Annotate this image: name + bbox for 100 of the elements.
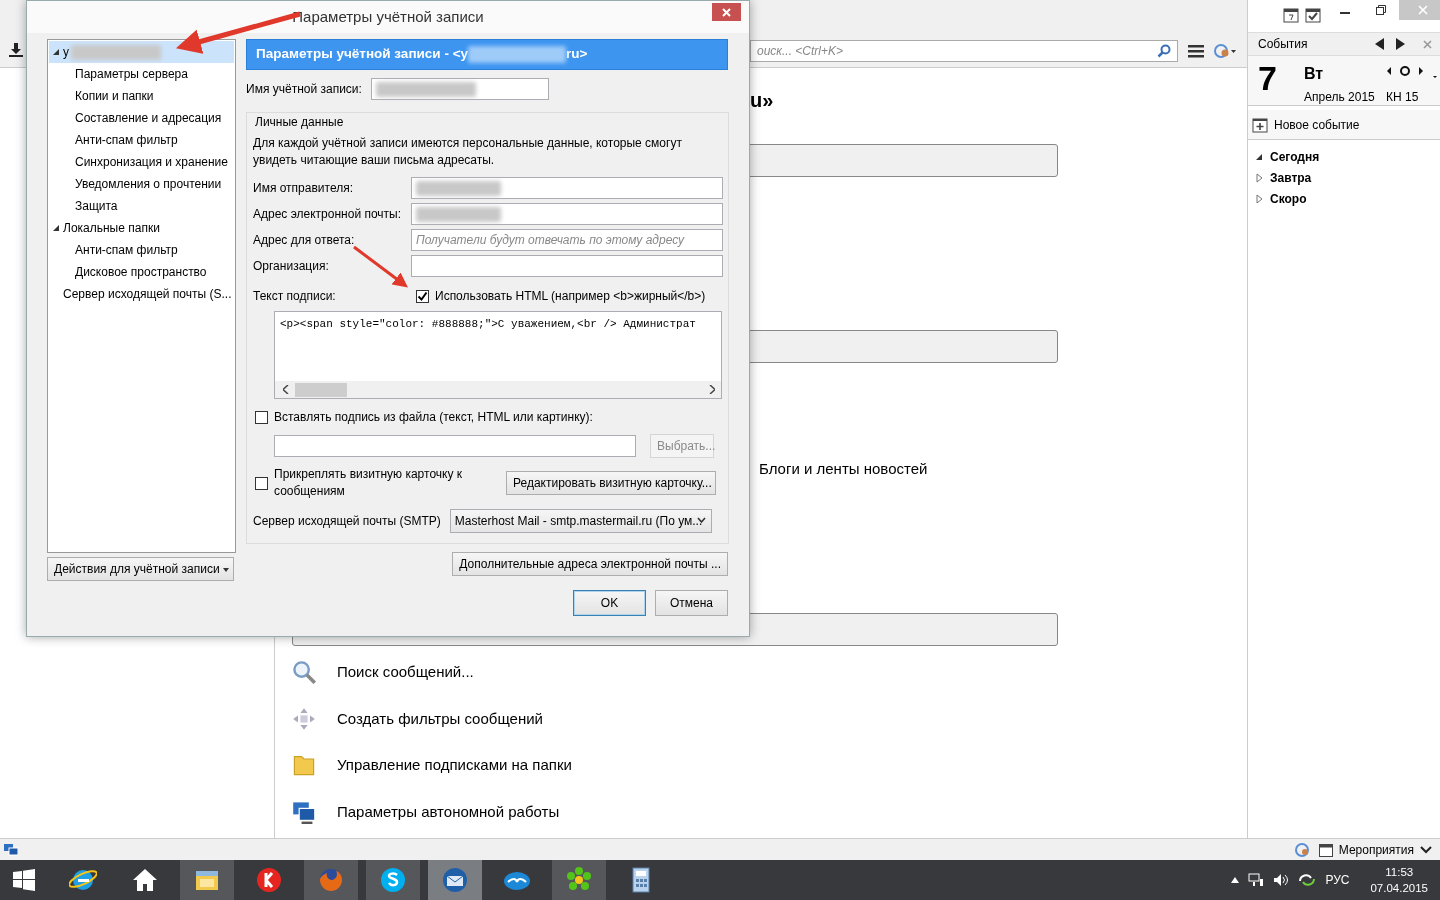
folder-icon bbox=[292, 753, 316, 778]
new-event-button[interactable]: Новое событие bbox=[1248, 110, 1440, 140]
close-button[interactable] bbox=[712, 3, 741, 21]
checkbox[interactable] bbox=[255, 476, 268, 490]
tree-label: Составление и адресация bbox=[75, 110, 222, 127]
search-field[interactable]: оиск... <Ctrl+K> bbox=[750, 40, 1178, 62]
dialog-button[interactable]: OK bbox=[573, 590, 646, 616]
tree-item[interactable]: Анти-спам фильтр bbox=[49, 239, 234, 261]
tree-item[interactable]: Локальные папки bbox=[49, 217, 234, 239]
checkbox-label[interactable]: Использовать HTML (например <b>жирный</b>) bbox=[435, 287, 706, 305]
tree-label: Дисковое пространство bbox=[75, 264, 207, 281]
restore-icon[interactable] bbox=[1376, 5, 1386, 15]
text-field[interactable] bbox=[411, 255, 723, 277]
close-icon bbox=[722, 7, 731, 17]
tree-item[interactable]: Синхронизация и хранение bbox=[49, 151, 234, 173]
tree-label: Защита bbox=[75, 198, 118, 215]
extra-addresses-button[interactable]: Дополнительные адреса электронной почты ... bbox=[452, 552, 728, 576]
group-label[interactable]: Скоро bbox=[1270, 189, 1307, 208]
next-icon[interactable] bbox=[1395, 38, 1405, 50]
group-label[interactable]: Завтра bbox=[1270, 168, 1312, 187]
checkbox-label[interactable]: Прикреплять визитную карточку к сообщениям bbox=[274, 466, 486, 500]
account-name-field[interactable] bbox=[370, 78, 549, 100]
mail-icon[interactable] bbox=[441, 866, 469, 894]
home-icon[interactable] bbox=[131, 866, 159, 894]
tree-label: у bbox=[63, 44, 69, 61]
checkbox[interactable] bbox=[416, 289, 429, 303]
week-label: КН 15 bbox=[1386, 89, 1420, 106]
field-label: Организация: bbox=[253, 258, 330, 275]
action-link[interactable]: Создать фильтры сообщений bbox=[337, 707, 543, 730]
signature-field[interactable]: <p><span style="color: #888888;">С уважением,<br /> Администрат bbox=[274, 311, 722, 381]
tree-item[interactable]: у bbox=[49, 41, 234, 63]
checkbox-label[interactable]: Вставлять подпись из файла (текст, HTML или картинку): bbox=[274, 408, 593, 426]
search-icon bbox=[292, 660, 316, 685]
tree-label: Сервер исходящей почты (S... bbox=[63, 286, 232, 303]
field-label: Имя учётной записи: bbox=[246, 81, 362, 98]
clock-time[interactable]: 11:53 bbox=[1370, 864, 1428, 880]
weekday-label: Вт bbox=[1304, 64, 1325, 84]
connection-icon bbox=[4, 843, 18, 856]
edit-card-button[interactable]: Редактировать визитную карточку... bbox=[506, 471, 716, 495]
previous-icon[interactable] bbox=[1375, 38, 1385, 50]
sync-icon[interactable] bbox=[1298, 873, 1317, 887]
search-icon[interactable] bbox=[1157, 44, 1171, 58]
check-icon bbox=[417, 290, 428, 302]
language-indicator[interactable]: РУС bbox=[1325, 871, 1350, 889]
action-link[interactable]: Параметры автономной работы bbox=[337, 800, 560, 823]
file-path-field[interactable] bbox=[274, 435, 636, 457]
group-label[interactable]: Сегодня bbox=[1270, 147, 1320, 166]
tree-label: Уведомления о прочтении bbox=[75, 176, 222, 193]
windows-logo-icon[interactable] bbox=[13, 869, 35, 891]
chevron-down-icon[interactable] bbox=[1420, 845, 1432, 854]
text-field[interactable] bbox=[411, 177, 723, 199]
tree-label: Синхронизация и хранение bbox=[75, 154, 228, 171]
dialog-button[interactable]: Отмена bbox=[655, 590, 728, 616]
tree-item[interactable]: Защита bbox=[49, 195, 234, 217]
text-field[interactable]: Получатели будут отвечать по этому адресу bbox=[411, 229, 723, 251]
account-icon[interactable] bbox=[1214, 44, 1236, 58]
tree-item[interactable]: Сервер исходящей почты (S... bbox=[49, 283, 234, 305]
horizontal-scrollbar[interactable] bbox=[274, 381, 722, 399]
action-link[interactable]: Управление подписками на папки bbox=[337, 754, 572, 777]
browser-icon[interactable] bbox=[255, 866, 283, 894]
scroll-left-icon[interactable] bbox=[283, 385, 289, 394]
tree-item[interactable]: Параметры сервера bbox=[49, 63, 234, 85]
calendar-icon[interactable] bbox=[1318, 842, 1333, 857]
smtp-server-dropdown[interactable]: Masterhost Mail - smtp.mastermail.ru (По ум... bbox=[449, 509, 712, 533]
tree-item[interactable]: Уведомления о прочтении bbox=[49, 173, 234, 195]
computer-icon bbox=[292, 799, 316, 824]
expanded-icon[interactable] bbox=[51, 47, 61, 57]
text-field[interactable] bbox=[411, 203, 723, 225]
calendar-add-icon bbox=[1252, 116, 1268, 133]
collapsed-icon[interactable] bbox=[1254, 172, 1264, 183]
tree-item[interactable]: Копии и папки bbox=[49, 85, 234, 107]
window-title: Параметры учётной записи bbox=[292, 6, 484, 27]
tree-item[interactable]: Анти-спам фильтр bbox=[49, 129, 234, 151]
clock-date[interactable]: 07.04.2015 bbox=[1370, 880, 1428, 896]
chevron-up-icon[interactable] bbox=[1231, 877, 1240, 883]
scroll-right-icon[interactable] bbox=[709, 385, 715, 394]
skype-icon[interactable] bbox=[379, 866, 407, 894]
field-label: Адрес электронной почты: bbox=[253, 206, 403, 223]
scroll-thumb[interactable] bbox=[295, 382, 347, 397]
account-label[interactable]: Блоги и ленты новостей bbox=[759, 459, 928, 479]
collapsed-icon[interactable] bbox=[1254, 193, 1264, 204]
expanded-icon[interactable] bbox=[51, 223, 61, 233]
account-actions-button[interactable]: Действия для учётной записи bbox=[47, 557, 234, 581]
field-label: Имя отправителя: bbox=[253, 180, 354, 197]
download-icon[interactable] bbox=[8, 41, 24, 58]
tree-label: Локальные папки bbox=[63, 220, 160, 237]
events-tab[interactable]: Мероприятия bbox=[1338, 840, 1414, 859]
task-icon[interactable] bbox=[1305, 7, 1321, 23]
tree-item[interactable]: Дисковое пространство bbox=[49, 261, 234, 283]
month-label: Апрель 2015 bbox=[1304, 89, 1376, 106]
menu-icon[interactable] bbox=[1188, 44, 1204, 58]
volume-icon[interactable] bbox=[1273, 873, 1290, 887]
calendar-icon[interactable] bbox=[1283, 7, 1299, 23]
checkbox[interactable] bbox=[255, 410, 268, 424]
day-number: 7 bbox=[1258, 58, 1278, 99]
annotation-arrow bbox=[353, 245, 408, 288]
tree-item[interactable]: Составление и адресация bbox=[49, 107, 234, 129]
day-navigation-icon[interactable] bbox=[1386, 64, 1438, 78]
action-link[interactable]: Поиск сообщений... bbox=[337, 661, 474, 684]
network-icon[interactable] bbox=[1248, 873, 1265, 887]
